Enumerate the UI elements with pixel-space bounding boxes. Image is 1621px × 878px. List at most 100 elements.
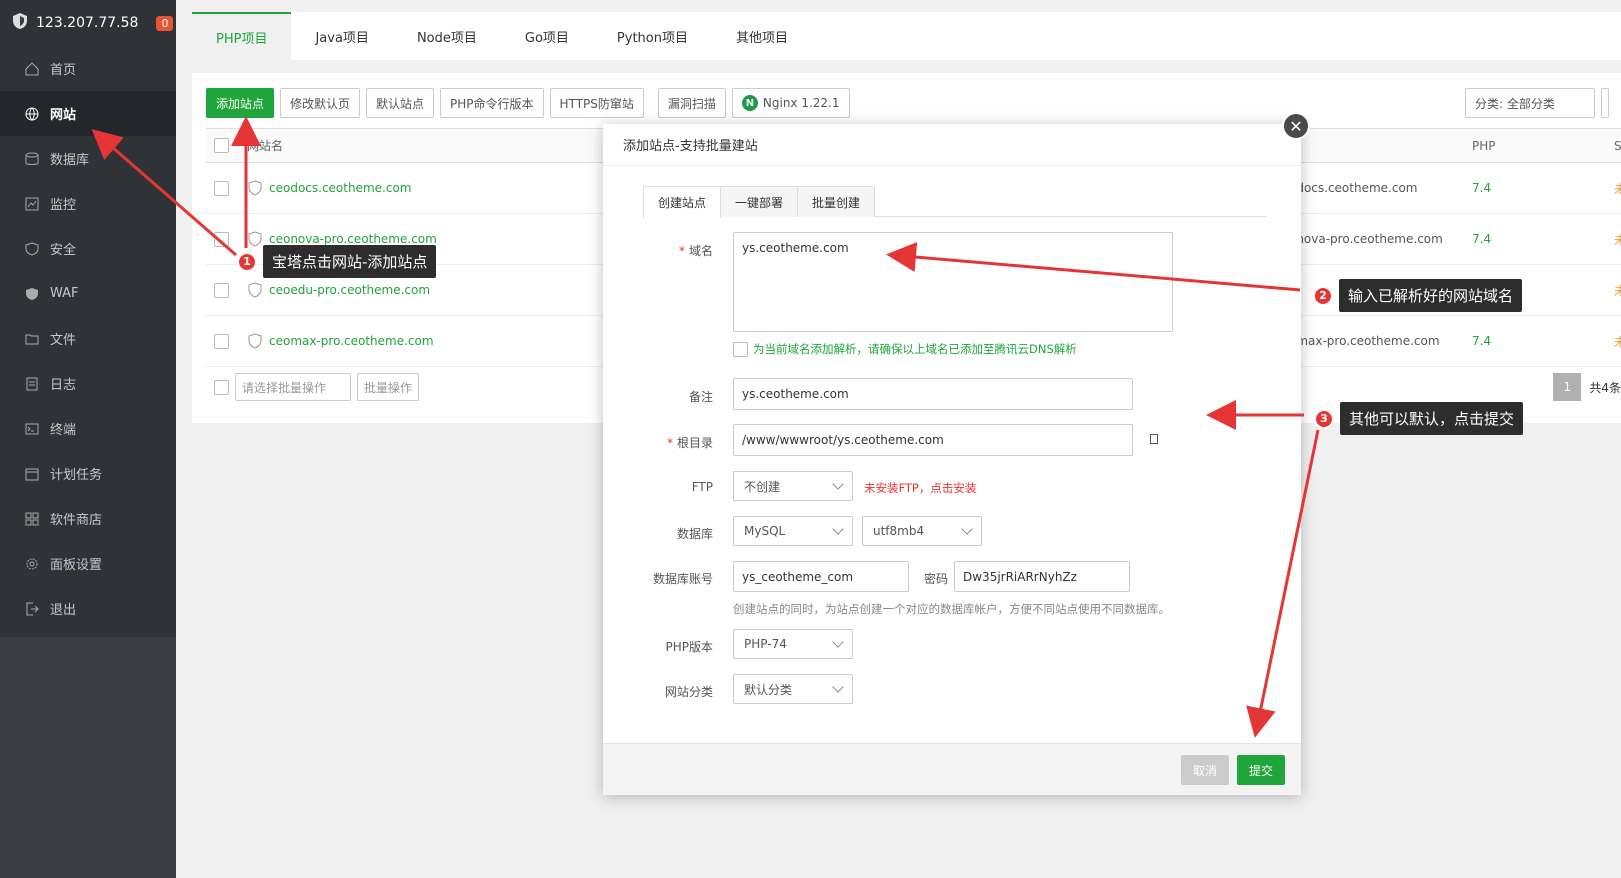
sidebar-item-label: 文件: [50, 333, 77, 348]
home-icon: [24, 61, 40, 77]
tab-php[interactable]: PHP项目: [192, 12, 292, 60]
sidebar-item-logs[interactable]: 日志: [0, 361, 176, 406]
ftp-select[interactable]: 不创建: [733, 471, 853, 501]
php-cli-button[interactable]: PHP命令行版本: [440, 88, 544, 118]
sidebar-item-files[interactable]: 文件: [0, 316, 176, 361]
folder-picker-icon[interactable]: [1150, 434, 1158, 444]
tab-go[interactable]: Go项目: [501, 12, 593, 60]
tab-other[interactable]: 其他项目: [712, 12, 812, 60]
batch-op-button[interactable]: 批量操作: [357, 373, 420, 401]
db-account-input[interactable]: ys_ceotheme_com: [733, 561, 909, 592]
tab-batch-create[interactable]: 批量创建: [797, 186, 876, 217]
site-category-select[interactable]: 默认分类: [733, 674, 853, 704]
note-label: 备注: [688, 390, 713, 404]
sidebar-item-database[interactable]: 数据库: [0, 136, 176, 181]
page-number[interactable]: 1: [1553, 373, 1582, 401]
default-site-button[interactable]: 默认站点: [366, 88, 435, 118]
domain-textarea[interactable]: ys.ceotheme.com: [733, 232, 1173, 332]
row-checkbox[interactable]: [214, 180, 229, 196]
sidebar-item-terminal[interactable]: 终端: [0, 406, 176, 451]
note-input[interactable]: ys.ceotheme.com: [733, 378, 1133, 410]
sidebar-item-security[interactable]: 安全: [0, 226, 176, 271]
root-dir-input[interactable]: /www/wwwroot/ys.ceotheme.com: [733, 424, 1133, 456]
db-charset-select[interactable]: utf8mb4: [862, 516, 982, 546]
password-label: 密码: [924, 572, 949, 586]
sidebar-item-label: WAF: [50, 286, 79, 301]
globe-icon: [24, 106, 40, 122]
dns-check-label: 为当前域名添加解析，请确保以上域名已添加至腾讯云DNS解析: [753, 342, 1077, 356]
category-extra[interactable]: [1601, 88, 1609, 118]
cancel-button[interactable]: 取消: [1181, 755, 1230, 785]
add-site-dialog: 添加站点-支持批量建站 ✕ 创建站点 一键部署 批量创建 * 域名 ys.ceot…: [603, 112, 1310, 795]
site-category-label: 网站分类: [664, 685, 713, 699]
site-ssl[interactable]: 未: [1614, 231, 1621, 248]
site-ssl[interactable]: 未: [1614, 333, 1621, 350]
sidebar-item-label: 面板设置: [50, 558, 103, 573]
submit-button[interactable]: 提交: [1237, 755, 1286, 785]
footer-checkbox[interactable]: [214, 379, 229, 395]
grid-icon: [24, 511, 40, 527]
waf-shield-icon: [248, 282, 262, 298]
sidebar-item-store[interactable]: 软件商店: [0, 496, 176, 541]
shield-logo-icon: [12, 12, 28, 34]
dns-checkbox[interactable]: [733, 341, 748, 357]
sidebar-item-monitor[interactable]: 监控: [0, 181, 176, 226]
log-icon: [24, 376, 40, 392]
tab-python[interactable]: Python项目: [593, 12, 712, 60]
row-checkbox[interactable]: [214, 333, 229, 349]
ftp-install-link[interactable]: 未安装FTP，点击安装: [864, 480, 976, 496]
batch-select[interactable]: 请选择批量操作: [235, 373, 351, 401]
tab-java[interactable]: Java项目: [291, 12, 392, 60]
sidebar-menu: 首页 网站 数据库 监控 安全 WAF 文件 日志 终端 计划任务 软件商店 面…: [0, 46, 176, 637]
add-site-button[interactable]: 添加站点: [206, 88, 275, 118]
sidebar-item-home[interactable]: 首页: [0, 46, 176, 91]
chevron-down-icon: [832, 681, 844, 693]
edit-default-page-button[interactable]: 修改默认页: [280, 88, 361, 118]
sidebar-item-label: 数据库: [50, 153, 90, 168]
sidebar-item-cron[interactable]: 计划任务: [0, 451, 176, 496]
sidebar-item-settings[interactable]: 面板设置: [0, 541, 176, 586]
site-link[interactable]: ceodocs.ceotheme.com: [247, 180, 617, 196]
sidebar-header: 123.207.77.58 0: [0, 0, 176, 46]
col-php: PHP: [1472, 138, 1496, 153]
site-ssl[interactable]: 未: [1614, 282, 1621, 299]
sidebar-item-waf[interactable]: WAF: [0, 271, 176, 316]
https-protect-button[interactable]: HTTPS防窜站: [549, 88, 644, 118]
db-hint: 创建站点的同时，为站点创建一个对应的数据库帐户，方便不同站点使用不同数据库。: [733, 602, 1170, 616]
callout-text: 输入已解析好的网站域名: [1339, 279, 1523, 312]
site-php[interactable]: 7.4: [1472, 232, 1491, 246]
tab-one-click-deploy[interactable]: 一键部署: [720, 186, 799, 217]
select-all-checkbox[interactable]: [214, 138, 229, 153]
db-type-select[interactable]: MySQL: [733, 516, 853, 546]
chevron-down-icon: [832, 523, 844, 535]
category-select[interactable]: 分类: 全部分类: [1465, 88, 1595, 118]
tab-node[interactable]: Node项目: [393, 12, 501, 60]
batch-op-label: 批量操作: [364, 380, 413, 395]
shield-icon: [24, 241, 40, 257]
col-name: 网站名: [247, 139, 284, 153]
category-label: 分类: 全部分类: [1475, 96, 1555, 111]
sidebar-item-logout[interactable]: 退出: [0, 586, 176, 631]
waf-shield-icon: [248, 180, 262, 196]
row-checkbox[interactable]: [214, 231, 229, 247]
password-input[interactable]: Dw35jrRiARrNyhZz: [954, 561, 1130, 592]
php-version-select[interactable]: PHP-74: [733, 629, 853, 659]
chevron-down-icon: [961, 523, 973, 535]
nginx-label: Nginx 1.22.1: [762, 96, 840, 110]
site-link[interactable]: ceomax-pro.ceotheme.com: [247, 333, 617, 349]
site-ssl[interactable]: 未: [1614, 180, 1621, 197]
tab-create-site[interactable]: 创建站点: [643, 186, 722, 218]
root-label: * 根目录: [666, 436, 713, 450]
sidebar-item-label: 退出: [50, 603, 77, 618]
site-php[interactable]: 7.4: [1472, 181, 1491, 195]
sidebar-item-website[interactable]: 网站: [0, 91, 176, 136]
row-checkbox[interactable]: [214, 282, 229, 298]
dns-option: 为当前域名添加解析，请确保以上域名已添加至腾讯云DNS解析: [733, 341, 1077, 357]
alert-badge[interactable]: 0: [156, 15, 174, 31]
vuln-scan-button[interactable]: 漏洞扫描: [657, 88, 726, 118]
site-php[interactable]: 7.4: [1472, 334, 1491, 348]
col-ssl: SS: [1614, 138, 1621, 153]
close-icon[interactable]: ✕: [1282, 112, 1310, 140]
site-link[interactable]: ceoedu-pro.ceotheme.com: [247, 282, 617, 298]
nginx-button[interactable]: N Nginx 1.22.1: [731, 88, 850, 118]
